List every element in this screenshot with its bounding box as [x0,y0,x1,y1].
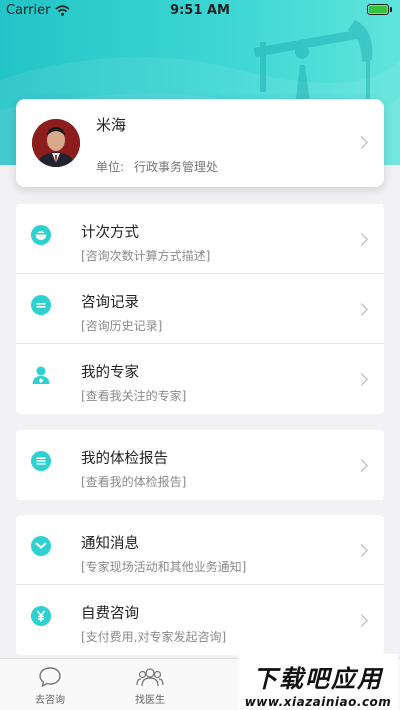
menu-item-title: 我的体检报告 [81,451,168,467]
menu-item-subtitle: [咨询次数计算方式描述] [81,249,211,263]
profile-unit: 单位: 行政事务管理处 [96,158,218,175]
avatar [32,119,80,167]
profile-card[interactable]: 米海 单位: 行政事务管理处 [16,99,384,187]
tab-label: 去咨询 [35,695,65,706]
chevron-right-icon [355,614,368,627]
menu-item-subtitle: [专家现场活动和其他业务通知] [81,560,247,574]
profile-name: 米海 [96,116,127,134]
menu-item-title: 计次方式 [81,225,139,241]
menu-group-3: 通知消息 [专家现场活动和其他业务通知] 自费咨询 [支付费用,对专家发起咨询] [16,515,384,655]
menu-item-subtitle: [查看我关注的专家] [81,389,187,403]
tab-consult[interactable]: 去咨询 [0,659,100,710]
chevron-right-icon [355,544,368,557]
watermark-logo: 下载吧应用 www.xiazainiao.com [238,654,398,710]
menu-group-2: 我的体检报告 [查看我的体检报告] [16,430,384,500]
chat-bubble-icon [39,667,61,688]
chevron-right-icon [355,373,368,386]
menu-item-subtitle: [咨询历史记录] [81,319,163,333]
menu-item-billing-method[interactable]: 计次方式 [咨询次数计算方式描述] [16,204,384,274]
menu-group-1: 计次方式 [咨询次数计算方式描述] 咨询记录 [咨询历史记录] 我的专家 [查看… [16,204,384,414]
list-icon [31,295,51,315]
tab-find-doctor[interactable]: 找医生 [100,659,200,710]
status-time: 9:51 AM [170,3,230,18]
yuan-icon [31,606,51,626]
bowl-icon [31,225,51,245]
menu-item-notifications[interactable]: 通知消息 [专家现场活动和其他业务通知] [16,515,384,585]
menu-item-title: 自费咨询 [81,606,139,622]
menu-item-consult-history[interactable]: 咨询记录 [咨询历史记录] [16,274,384,344]
report-icon [31,451,51,471]
battery-icon [367,4,392,15]
status-bar: Carrier 9:51 AM [0,0,400,22]
menu-item-subtitle: [查看我的体检报告] [81,475,187,489]
doctor-icon [32,366,50,384]
chevron-right-icon [355,233,368,246]
message-icon [31,536,51,556]
watermark-url: www.xiazainiao.com [244,695,392,709]
chevron-right-icon [355,459,368,472]
menu-item-title: 我的专家 [81,365,139,381]
menu-item-health-report[interactable]: 我的体检报告 [查看我的体检报告] [16,430,384,500]
chevron-right-icon [355,303,368,316]
tab-label: 找医生 [135,695,165,706]
avatar-photo [32,119,80,167]
menu-item-paid-consult[interactable]: 自费咨询 [支付费用,对专家发起咨询] [16,585,384,655]
chevron-right-icon [355,136,368,149]
people-icon [136,668,164,687]
unit-label: 单位: [96,160,125,174]
menu-item-subtitle: [支付费用,对专家发起咨询] [81,630,227,644]
unit-value: 行政事务管理处 [134,160,219,174]
menu-item-title: 通知消息 [81,536,139,552]
watermark-title: 下载吧应用 [253,665,383,693]
menu-item-my-experts[interactable]: 我的专家 [查看我关注的专家] [16,344,384,414]
menu-item-title: 咨询记录 [81,295,139,311]
